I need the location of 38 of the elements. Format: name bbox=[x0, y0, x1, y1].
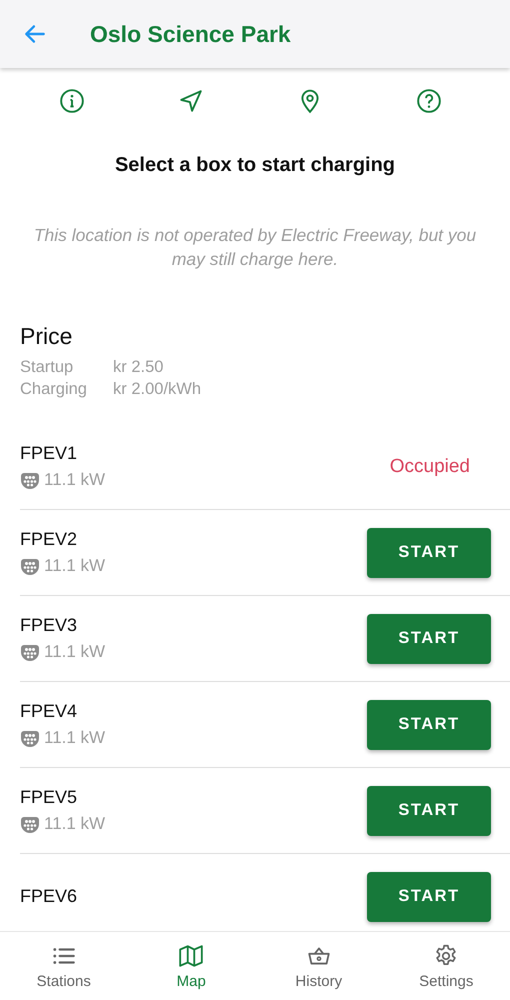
plug-icon bbox=[20, 814, 40, 834]
price-heading: Price bbox=[20, 323, 74, 350]
power-rating: 11.1 kW bbox=[44, 470, 106, 490]
power-rating: 11.1 kW bbox=[44, 728, 106, 748]
info-icon[interactable] bbox=[58, 88, 84, 114]
box-name: FPEV4 bbox=[20, 701, 78, 722]
start-button[interactable]: START bbox=[367, 786, 491, 836]
power-rating: 11.1 kW bbox=[44, 556, 106, 576]
price-label: Charging bbox=[20, 379, 88, 400]
page-title: Oslo Science Park bbox=[90, 20, 291, 48]
box-name: FPEV1 bbox=[20, 443, 78, 464]
start-button[interactable]: START bbox=[367, 872, 491, 922]
status-text: Occupied bbox=[390, 456, 470, 478]
start-button[interactable]: START bbox=[367, 700, 491, 750]
nav-tab[interactable]: Map bbox=[128, 932, 255, 1000]
plug-icon bbox=[20, 556, 40, 576]
plug-icon bbox=[20, 470, 40, 490]
price-label: Startup bbox=[20, 357, 74, 378]
price-value: kr 2.00/kWh bbox=[113, 379, 202, 400]
map-icon bbox=[178, 942, 204, 968]
box-name: FPEV2 bbox=[20, 529, 78, 550]
power-rating: 11.1 kW bbox=[44, 814, 106, 834]
nav-tab[interactable]: Stations bbox=[0, 932, 128, 1000]
nav-tab[interactable]: Settings bbox=[382, 932, 510, 1000]
start-button[interactable]: START bbox=[367, 614, 491, 664]
plug-icon bbox=[20, 728, 40, 748]
notice-text: This location is not operated by Electric Freeway, but you may still charge here. bbox=[32, 224, 478, 271]
section-heading: Select a box to start charging bbox=[114, 154, 396, 177]
plug-icon bbox=[20, 642, 40, 662]
start-button[interactable]: START bbox=[367, 528, 491, 578]
power-rating: 11.1 kW bbox=[44, 642, 106, 662]
price-value: kr 2.50 bbox=[113, 357, 164, 378]
help-icon[interactable] bbox=[416, 88, 442, 114]
box-name: FPEV5 bbox=[20, 787, 78, 808]
navigation-arrow-icon[interactable] bbox=[178, 88, 204, 114]
box-name: FPEV3 bbox=[20, 615, 78, 636]
nav-tab[interactable]: History bbox=[255, 932, 382, 1000]
box-name: FPEV6 bbox=[20, 886, 78, 907]
